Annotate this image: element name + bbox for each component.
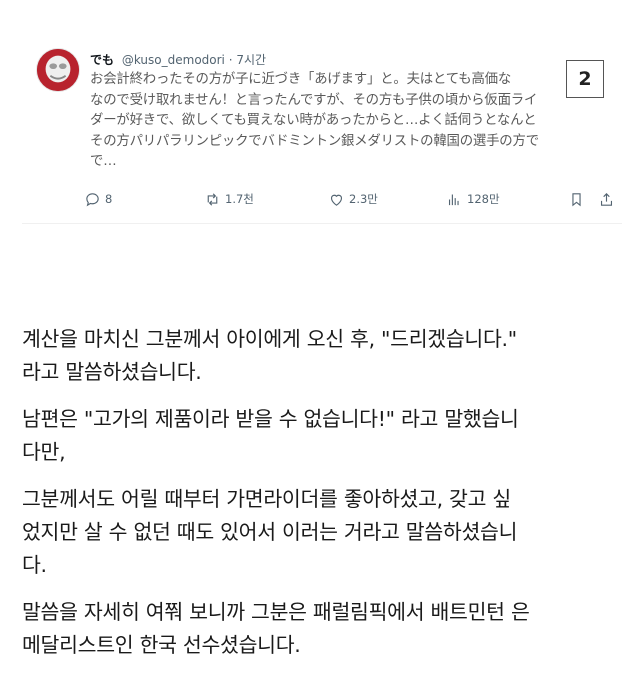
reply-count: 8 <box>105 192 113 206</box>
article-line: 었지만 살 수 없던 때도 있어서 이러는 거라고 말씀하셨습니 <box>22 520 518 544</box>
share-icon <box>600 192 613 206</box>
reply-button[interactable]: 8 <box>84 189 112 209</box>
article-line: 남편은 "고가의 제품이라 받을 수 없습니다!" 라고 말했습니 <box>22 407 519 431</box>
avatar[interactable] <box>36 48 80 92</box>
article-line: 그분께서도 어릴 때부터 가면라이더를 좋아하셨고, 갖고 싶 <box>22 487 511 511</box>
author-name[interactable]: でも <box>90 53 114 67</box>
views-count: 128만 <box>467 192 500 206</box>
tweet-line: なので受け取れません！と言ったんですが、その方も子供の頃から仮面ライ <box>90 92 538 108</box>
meta-separator: · <box>228 53 233 67</box>
article-paragraph: 남편은 "고가의 제품이라 받을 수 없습니다!" 라고 말했습니 다만, <box>22 403 627 469</box>
views-icon <box>448 194 459 205</box>
like-button[interactable]: 2.3만 <box>328 189 378 209</box>
heart-icon <box>330 194 343 206</box>
page-number-badge: 2 <box>566 60 604 98</box>
views-button[interactable]: 128만 <box>446 189 500 209</box>
tweet-line: お会計終わったその方が子に近づき「あげます」と。夫はとても高価な <box>90 72 512 87</box>
article-body: 계산을 마치신 그분께서 아이에게 오신 후, "드리겠습니다." 라고 말씀하… <box>22 323 627 676</box>
article-line: 라고 말씀하셨습니다. <box>22 360 202 384</box>
bookmark-button[interactable] <box>568 189 585 209</box>
article-paragraph: 계산을 마치신 그분께서 아이에게 오신 후, "드리겠습니다." 라고 말씀하… <box>22 323 627 389</box>
share-button[interactable] <box>598 189 615 209</box>
reply-icon <box>86 192 99 206</box>
tweet-text: お会計終わったその方が子に近づき「あげます」と。夫はとても高価な なので受け取れ… <box>90 70 604 173</box>
bookmark-icon <box>572 192 581 206</box>
article-paragraph: 그분께서도 어릴 때부터 가면라이더를 좋아하셨고, 갖고 싶 었지만 살 수 … <box>22 483 627 582</box>
tweet-header: でも @kuso_demodori · 7시간 <box>90 51 266 68</box>
article-line: 메달리스트인 한국 선수셨습니다. <box>22 633 301 657</box>
page-number: 2 <box>578 68 592 90</box>
repost-count: 1.7천 <box>225 192 254 206</box>
repost-icon <box>207 192 218 206</box>
tweet-time[interactable]: 7시간 <box>236 53 266 67</box>
tweet-line: その方パリパラリンピックでバドミントン銀メダリストの韓国の選手の方で <box>90 133 539 149</box>
article-line: 다. <box>22 553 47 577</box>
tweet-line: ダーが好きで、欲しくても買えない時があったからと…よく話伺うとなんと <box>90 113 537 128</box>
article-line: 계산을 마치신 그분께서 아이에게 오신 후, "드리겠습니다." <box>22 327 517 351</box>
tweet-line: で… <box>90 154 117 169</box>
repost-button[interactable]: 1.7천 <box>204 189 254 209</box>
author-handle[interactable]: @kuso_demodori <box>122 53 225 67</box>
article-paragraph: 말씀을 자세히 여쭤 보니까 그분은 패럴림픽에서 배트민턴 은 메달리스트인 … <box>22 596 627 662</box>
article-line: 다만, <box>22 440 66 464</box>
tweet-action-bar: 8 1.7천 2.3만 128만 <box>68 189 616 209</box>
article-line: 말씀을 자세히 여쭤 보니까 그분은 패럴림픽에서 배트민턴 은 <box>22 600 530 624</box>
like-count: 2.3만 <box>349 192 378 206</box>
